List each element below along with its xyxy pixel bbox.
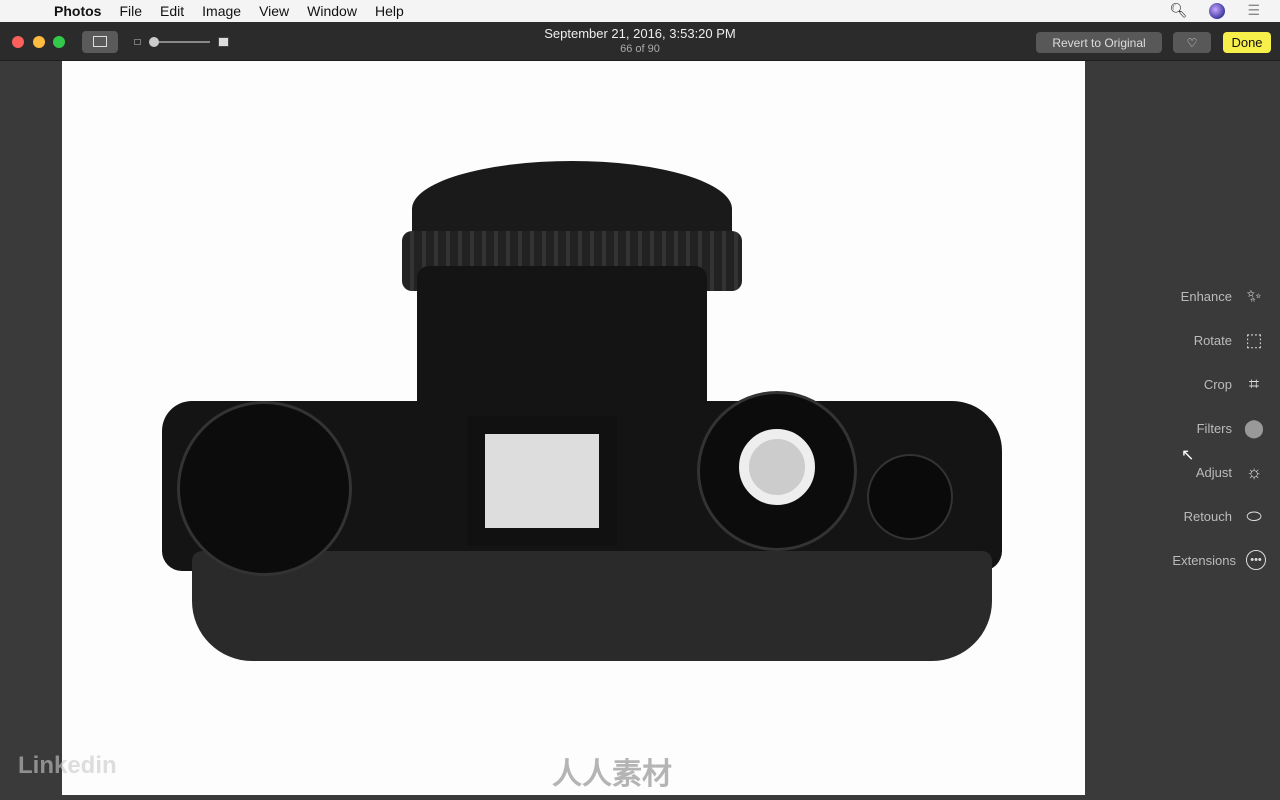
shutter-button [867, 454, 953, 540]
toolbar: September 21, 2016, 3:53:20 PM 66 of 90 … [0, 22, 1280, 61]
menu-view[interactable]: View [259, 3, 289, 19]
more-icon: ••• [1246, 550, 1266, 570]
enhance-button[interactable]: Enhance ✨︎ [1181, 284, 1266, 308]
menu-window[interactable]: Window [307, 3, 357, 19]
retouch-label: Retouch [1183, 508, 1232, 524]
camera-body-lower [192, 551, 992, 661]
menu-image[interactable]: Image [202, 3, 241, 19]
adjust-icon: ☼ [1245, 461, 1263, 482]
extensions-label: Extensions [1172, 552, 1236, 568]
enhance-label: Enhance [1180, 288, 1232, 304]
revert-to-original-button[interactable]: Revert to Original [1036, 32, 1162, 53]
rotate-button[interactable]: Rotate ⬚ [1194, 328, 1266, 352]
shutter-dial-center [739, 429, 815, 505]
adjust-button[interactable]: Adjust ☼ [1196, 460, 1266, 484]
bandage-icon: ⬭ [1246, 505, 1262, 526]
filters-label: Filters [1196, 420, 1232, 436]
crop-button[interactable]: Crop ⌗ [1204, 372, 1266, 396]
heart-icon: ♡ [1186, 35, 1198, 50]
edit-tools-panel: Enhance ✨︎ Rotate ⬚ Crop ⌗ Filters ⬤ Adjust ☼… [1085, 61, 1280, 800]
mouse-cursor-icon: ↖ [1181, 447, 1195, 464]
photo-canvas[interactable]: 人人素材 [62, 61, 1085, 795]
hot-shoe [467, 416, 617, 546]
extensions-button[interactable]: Extensions ••• [1172, 550, 1266, 570]
retouch-button[interactable]: Retouch ⬭ [1184, 504, 1266, 528]
done-button[interactable]: Done [1223, 32, 1271, 53]
menu-edit[interactable]: Edit [160, 3, 184, 19]
left-dial [177, 401, 352, 576]
site-watermark: 人人素材 [552, 758, 672, 791]
crop-icon: ⌗ [1248, 373, 1260, 394]
spotlight-search-icon[interactable]: 🔍︎ [1170, 2, 1188, 19]
adjust-label: Adjust [1195, 464, 1232, 480]
camera-prism [417, 266, 707, 416]
menu-bar: Photos File Edit Image View Window Help … [0, 0, 1280, 22]
crop-label: Crop [1203, 376, 1232, 392]
filters-button[interactable]: Filters ⬤ [1197, 416, 1266, 440]
notification-center-icon[interactable]: ☰ [1247, 2, 1260, 19]
siri-icon[interactable] [1209, 2, 1226, 19]
favorite-button[interactable]: ♡ [1173, 32, 1211, 53]
menu-help[interactable]: Help [375, 3, 404, 19]
menu-file[interactable]: File [119, 3, 142, 19]
rotate-icon: ⬚ [1245, 329, 1263, 350]
magic-wand-icon: ✨︎ [1246, 285, 1262, 306]
filters-icon: ⬤ [1243, 417, 1265, 438]
linkedin-watermark: Linkedin [18, 752, 117, 779]
rotate-label: Rotate [1193, 332, 1232, 348]
menu-app-photos[interactable]: Photos [54, 3, 101, 19]
